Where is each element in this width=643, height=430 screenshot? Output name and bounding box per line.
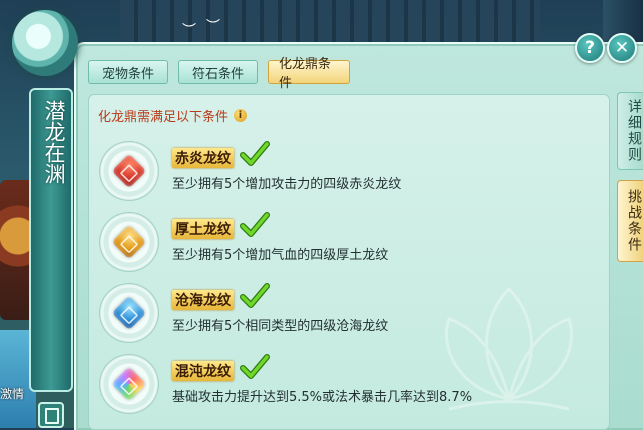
vertical-banner: 潜龙在渊 [29,88,73,392]
condition-title: 混沌龙纹 [172,361,234,381]
checkmark-icon [240,354,270,379]
checkmark-icon [240,212,270,237]
condition-row: 赤炎龙纹 至少拥有5个增加攻击力的四级赤炎龙纹 [100,141,520,202]
edit-icon[interactable] [38,402,64,428]
banner-title: 潜龙在渊 [42,100,66,184]
tab-dragon-cauldron-conditions[interactable]: 化龙鼎条件 [268,57,350,91]
gem-slot [100,355,158,413]
condition-description: 至少拥有5个增加攻击力的四级赤炎龙纹 [172,177,402,192]
condition-title: 厚土龙纹 [172,219,234,239]
chaos-rune-gem-icon [111,366,147,402]
gem-slot [100,213,158,271]
condition-title: 沧海龙纹 [172,290,234,310]
condition-description: 基础攻击力提升达到5.5%或法术暴击几率达到8.7% [172,390,473,405]
help-button[interactable]: ? [575,33,605,63]
checkmark-icon [240,141,270,166]
condition-row: 沧海龙纹 至少拥有5个相同类型的四级沧海龙纹 [100,283,520,344]
red-rune-gem-icon [111,153,147,189]
gem-slot [100,142,158,200]
tab-pet-conditions[interactable]: 宠物条件 [88,60,168,84]
heading-text: 化龙鼎需满足以下条件 [98,110,229,125]
bird-icon: ︶ [206,19,220,35]
condition-description: 至少拥有5个增加气血的四级厚土龙纹 [172,248,389,263]
side-tab-challenge-conditions[interactable]: 挑战条件 [617,180,643,262]
side-tab-detailed-rules[interactable]: 详细规则 [617,92,643,170]
bird-icon: ︶ [182,23,196,39]
banner-emblem-icon [12,10,78,76]
orange-rune-gem-icon [111,224,147,260]
info-icon[interactable]: i [234,109,248,122]
tab-rune-conditions[interactable]: 符石条件 [178,60,258,84]
close-button[interactable]: ✕ [607,33,637,63]
condition-row: 厚土龙纹 至少拥有5个增加气血的四级厚土龙纹 [100,212,520,273]
condition-row: 混沌龙纹 基础攻击力提升达到5.5%或法术暴击几率达到8.7% [100,354,520,415]
condition-description: 至少拥有5个相同类型的四级沧海龙纹 [172,319,389,334]
checkmark-icon [240,283,270,308]
gem-slot [100,284,158,342]
condition-title: 赤炎龙纹 [172,148,234,168]
blue-rune-gem-icon [111,295,147,331]
background-text: 激情 [0,387,25,401]
conditions-heading: 化龙鼎需满足以下条件 i [98,106,248,125]
